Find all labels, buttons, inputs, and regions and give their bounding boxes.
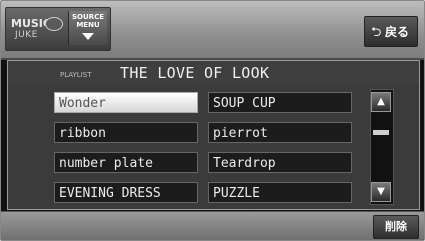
track-item-ribbon[interactable]: ribbon [54, 122, 198, 143]
scroll-thumb[interactable] [373, 130, 389, 135]
top-bar: MUSIC JUKE SOURCE MENU ⮌ 戻る [1, 1, 424, 60]
track-item-soup-cup[interactable]: SOUP CUP [208, 92, 352, 113]
track-item-pierrot[interactable]: pierrot [208, 122, 352, 143]
track-item-wonder[interactable]: Wonder [54, 92, 198, 113]
back-button[interactable]: ⮌ 戻る [364, 16, 418, 47]
track-item-puzzle[interactable]: PUZZLE [208, 182, 352, 203]
delete-button[interactable]: 削除 [373, 215, 419, 239]
source-selector[interactable]: MUSIC JUKE SOURCE MENU [5, 7, 111, 51]
audio-screen: MUSIC JUKE SOURCE MENU ⮌ 戻る PLAYLIST THE… [0, 0, 425, 241]
playlist-panel: PLAYLIST THE LOVE OF LOOK Wonder SOUP CU… [7, 60, 420, 210]
playlist-title: THE LOVE OF LOOK [120, 64, 270, 82]
playlist-tag: PLAYLIST [60, 71, 92, 79]
chevron-down-icon [82, 33, 94, 40]
back-label: 戻る [385, 25, 410, 39]
source-menu-button[interactable]: SOURCE MENU [68, 11, 107, 45]
return-arrow-icon: ⮌ [371, 25, 382, 40]
scrollbar[interactable]: ▲ ▼ [370, 89, 394, 205]
track-item-evening-dress[interactable]: EVENING DRESS [54, 182, 198, 203]
scroll-up-button[interactable]: ▲ [371, 92, 391, 112]
playlist-header: PLAYLIST THE LOVE OF LOOK [8, 61, 419, 85]
source-menu-label: SOURCE MENU [72, 13, 104, 29]
track-item-number-plate[interactable]: number plate [54, 152, 198, 173]
logo-juke-text: JUKE [15, 30, 38, 40]
track-item-teardrop[interactable]: Teardrop [208, 152, 352, 173]
disc-icon [45, 17, 63, 31]
bottom-bar: 削除 [1, 211, 424, 240]
music-juke-logo: MUSIC JUKE [9, 13, 64, 45]
scroll-down-button[interactable]: ▼ [371, 182, 391, 202]
